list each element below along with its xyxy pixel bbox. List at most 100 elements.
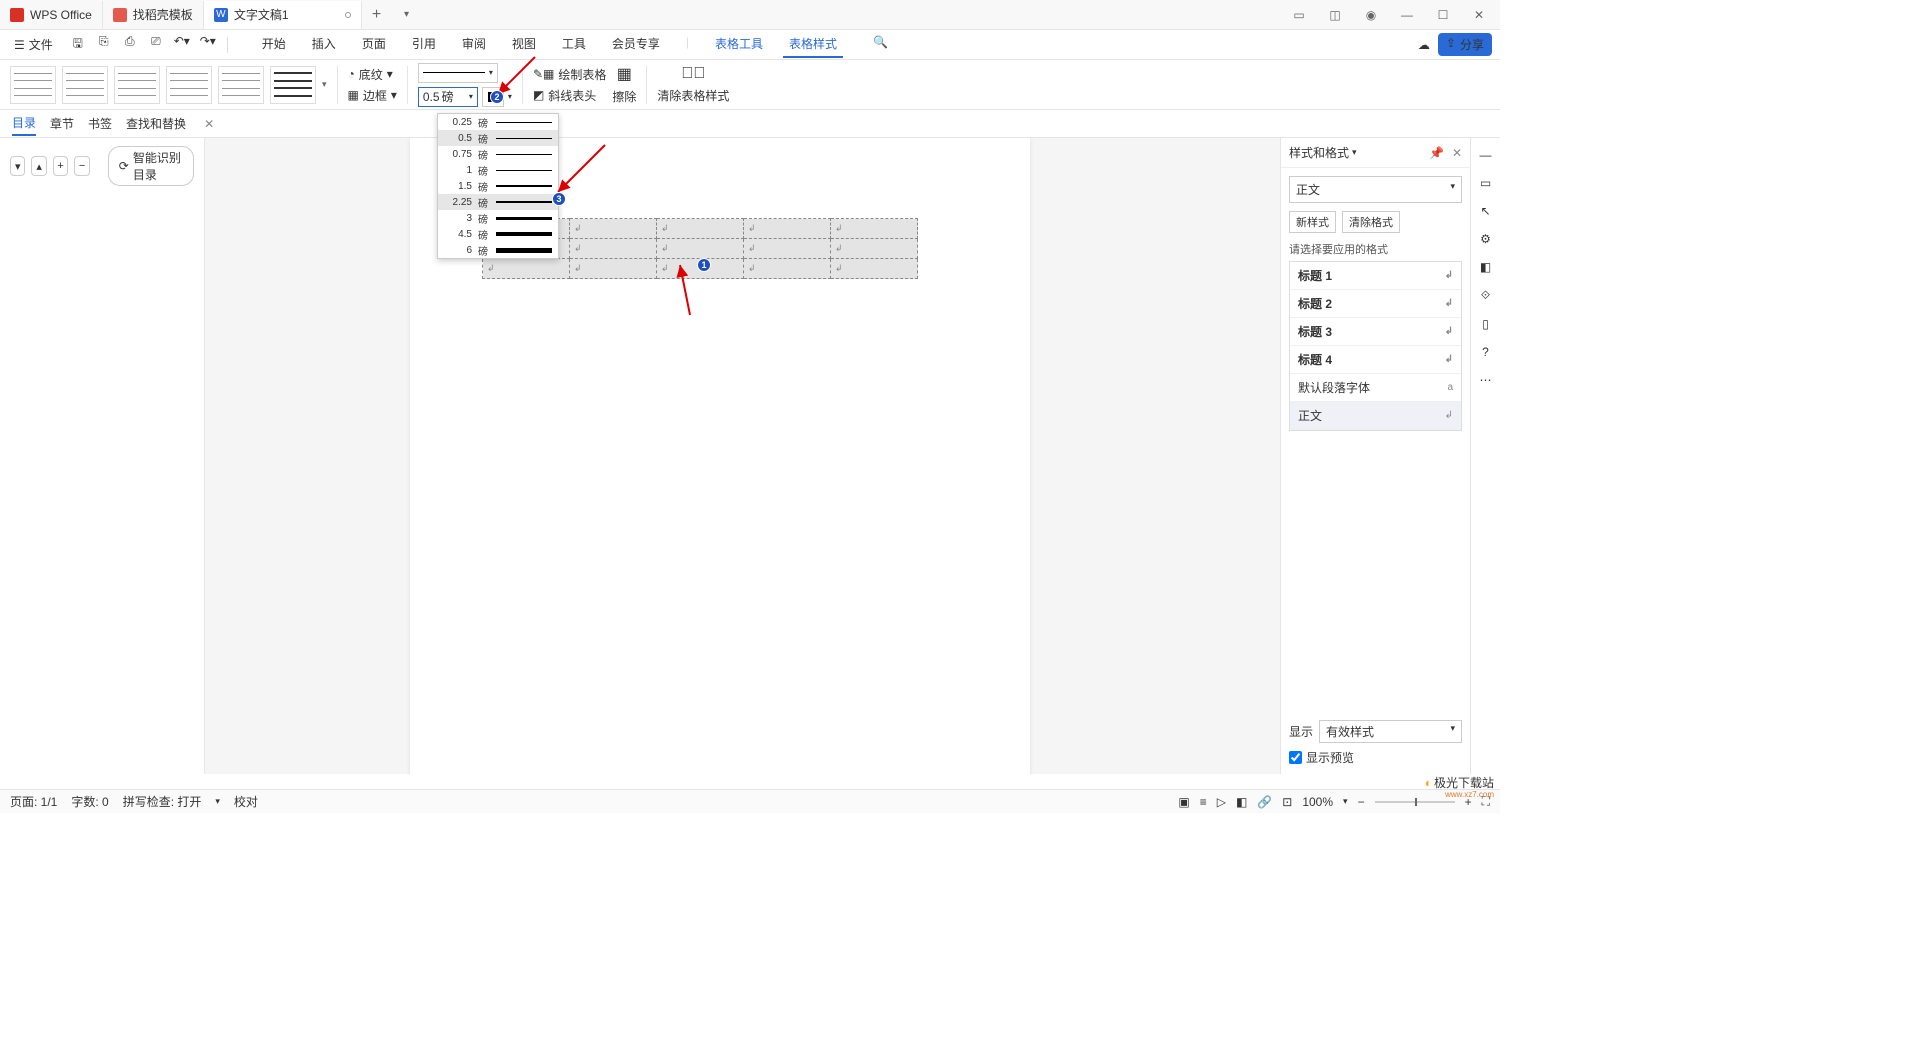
nav-up-button[interactable]: ▴ xyxy=(31,156,46,176)
width-option[interactable]: 6磅 xyxy=(438,242,558,258)
menu-table-tools[interactable]: 表格工具 xyxy=(709,31,769,58)
line-style-select[interactable]: ▾ xyxy=(418,63,498,83)
template-tab[interactable]: 找稻壳模板 xyxy=(103,1,204,29)
new-style-button[interactable]: 新样式 xyxy=(1289,211,1336,233)
zoom-out-button[interactable]: − xyxy=(1358,795,1365,809)
preview-icon[interactable]: ⎚ xyxy=(147,34,165,55)
pin-icon[interactable]: 📌 xyxy=(1429,146,1444,160)
select-icon[interactable]: ▭ xyxy=(1480,176,1491,190)
show-filter-select[interactable]: 有效样式▾ xyxy=(1319,720,1462,743)
style-item-h4[interactable]: 标题 4↲ xyxy=(1290,346,1461,374)
menu-start[interactable]: 开始 xyxy=(256,31,292,58)
proofing-status[interactable]: 校对 xyxy=(234,793,258,810)
width-option[interactable]: 0.5磅 xyxy=(438,130,558,146)
eraser-icon[interactable]: ▦ xyxy=(617,64,632,84)
nav-remove-button[interactable]: − xyxy=(74,156,89,176)
width-option[interactable]: 0.75磅 xyxy=(438,146,558,162)
zoom-slider[interactable] xyxy=(1375,801,1455,803)
table-style-3[interactable] xyxy=(114,66,160,104)
layers-icon[interactable]: ◧ xyxy=(1480,260,1491,274)
cloud-icon[interactable]: ☁ xyxy=(1418,38,1430,52)
panel-close-button[interactable]: ✕ xyxy=(1452,146,1462,160)
reader-icon[interactable]: ▭ xyxy=(1286,2,1312,28)
menu-insert[interactable]: 插入 xyxy=(306,31,342,58)
search-icon[interactable]: 🔍 xyxy=(867,31,894,58)
style-item-body[interactable]: 正文↲ xyxy=(1290,402,1461,430)
diagonal-header-button[interactable]: ◩斜线表头 xyxy=(533,87,606,104)
table-style-4[interactable] xyxy=(166,66,212,104)
clear-format-button[interactable]: 清除格式 xyxy=(1342,211,1400,233)
undo-button[interactable]: ↶▾ xyxy=(173,34,191,55)
style-item-default-font[interactable]: 默认段落字体a xyxy=(1290,374,1461,402)
minimize-button[interactable]: — xyxy=(1394,2,1420,28)
erase-label[interactable]: 擦除 xyxy=(612,88,636,105)
table-style-2[interactable] xyxy=(62,66,108,104)
nav-down-button[interactable]: ▾ xyxy=(10,156,25,176)
print-icon[interactable]: ⎙ xyxy=(121,34,139,55)
collapse-icon[interactable]: — xyxy=(1480,148,1492,162)
style-item-h1[interactable]: 标题 1↲ xyxy=(1290,262,1461,290)
menu-tools[interactable]: 工具 xyxy=(556,31,592,58)
menu-member[interactable]: 会员专享 xyxy=(606,31,666,58)
document-canvas[interactable]: ↲↲↲↲↲ ↲↲↲↲↲ ↲↲↲↲↲ xyxy=(205,138,1280,774)
nav-tab-toc[interactable]: 目录 xyxy=(12,111,36,136)
view-outline-icon[interactable]: ≡ xyxy=(1200,795,1207,809)
tab-menu-button[interactable]: ▾ xyxy=(392,9,422,20)
maximize-button[interactable]: ☐ xyxy=(1430,2,1456,28)
nav-close-button[interactable]: ✕ xyxy=(204,114,214,134)
preview-checkbox[interactable]: 显示预览 xyxy=(1289,749,1462,766)
save-icon[interactable]: 🖫 xyxy=(69,34,87,55)
bookmark-icon[interactable]: ▯ xyxy=(1482,317,1489,331)
document-tab[interactable]: W文字文稿1 xyxy=(204,1,362,29)
menu-table-style[interactable]: 表格样式 xyxy=(783,31,843,58)
nav-add-button[interactable]: + xyxy=(53,156,68,176)
width-option[interactable]: 3磅 xyxy=(438,210,558,226)
table-style-6[interactable] xyxy=(270,66,316,104)
clear-style-label[interactable]: 清除表格样式 xyxy=(657,87,729,104)
redo-button[interactable]: ↷▾ xyxy=(199,34,217,55)
file-menu[interactable]: ☰文件 xyxy=(8,36,59,53)
table-style-1[interactable] xyxy=(10,66,56,104)
shading-button[interactable]: ◔底纹▾ xyxy=(348,66,397,83)
zoom-level[interactable]: 100% xyxy=(1302,795,1333,809)
more-icon[interactable]: ⋯ xyxy=(1480,373,1492,387)
menu-review[interactable]: 审阅 xyxy=(456,31,492,58)
style-gallery-more[interactable]: ▾ xyxy=(322,79,327,90)
nav-tab-chapter[interactable]: 章节 xyxy=(50,112,74,135)
avatar-icon[interactable]: ◉ xyxy=(1358,2,1384,28)
smart-toc-button[interactable]: ⟳智能识别目录 xyxy=(108,146,194,186)
share-button[interactable]: ⇪分享 xyxy=(1438,33,1492,56)
app-tab[interactable]: WPS Office xyxy=(0,1,103,29)
preview-checkbox-input[interactable] xyxy=(1289,751,1302,764)
chevron-down-icon[interactable]: ▾ xyxy=(1352,147,1357,158)
cube-icon[interactable]: ◫ xyxy=(1322,2,1348,28)
spellcheck-status[interactable]: 拼写检查: 打开 xyxy=(123,793,202,810)
settings-icon[interactable]: ⚙ xyxy=(1480,232,1491,246)
attachment-icon[interactable]: ⎘ xyxy=(95,34,113,55)
style-item-h3[interactable]: 标题 3↲ xyxy=(1290,318,1461,346)
page-indicator[interactable]: 页面: 1/1 xyxy=(10,793,57,810)
width-option[interactable]: 1.5磅 xyxy=(438,178,558,194)
width-option[interactable]: 0.25磅 xyxy=(438,114,558,130)
view-web-icon[interactable]: ◧ xyxy=(1236,795,1247,809)
width-option[interactable]: 4.5磅 xyxy=(438,226,558,242)
draw-table-button[interactable]: ✎▦绘制表格 xyxy=(533,66,606,83)
nav-tab-find[interactable]: 查找和替换 xyxy=(126,112,186,135)
close-button[interactable]: ✕ xyxy=(1466,2,1492,28)
ruler-icon[interactable]: ⟐ xyxy=(1481,288,1490,303)
menu-reference[interactable]: 引用 xyxy=(406,31,442,58)
link-icon[interactable]: 🔗 xyxy=(1257,795,1272,809)
clear-style-icon[interactable]: ▦⃠ xyxy=(681,65,705,83)
view-page-icon[interactable]: ▣ xyxy=(1178,795,1189,809)
help-icon[interactable]: ? xyxy=(1482,345,1489,359)
fit-icon[interactable]: ⊡ xyxy=(1282,795,1292,809)
view-read-icon[interactable]: ▷ xyxy=(1217,795,1226,809)
word-count[interactable]: 字数: 0 xyxy=(71,793,108,810)
new-tab-button[interactable]: + xyxy=(362,6,392,24)
style-item-h2[interactable]: 标题 2↲ xyxy=(1290,290,1461,318)
current-style-select[interactable]: 正文▾ xyxy=(1289,176,1462,203)
width-option[interactable]: 1磅 xyxy=(438,162,558,178)
cursor-icon[interactable]: ↖ xyxy=(1480,204,1490,218)
nav-tab-bookmark[interactable]: 书签 xyxy=(88,112,112,135)
border-button[interactable]: ▦边框▾ xyxy=(348,87,397,104)
